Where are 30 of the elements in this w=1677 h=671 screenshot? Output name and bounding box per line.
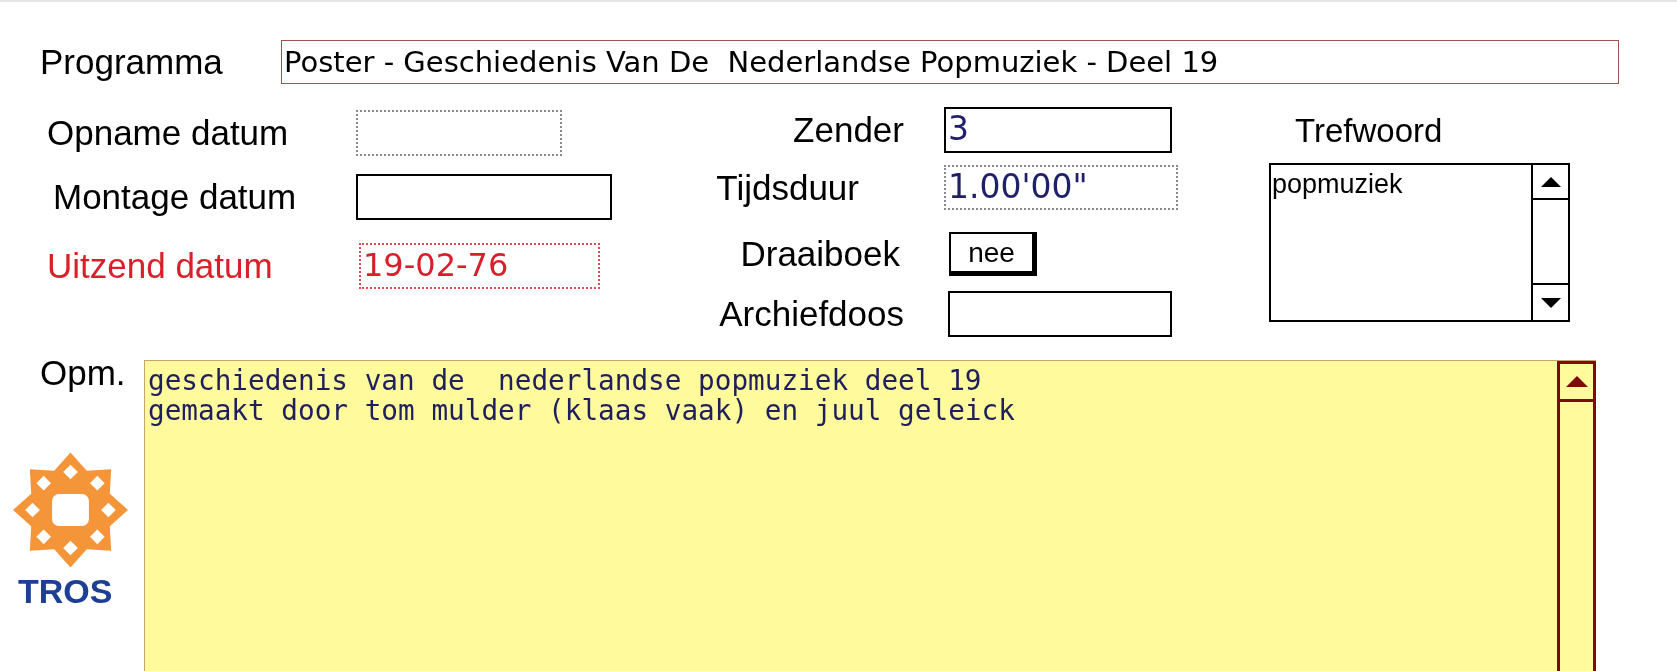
down-arrow-icon [1540, 297, 1561, 308]
remark-line: gemaakt door tom mulder (klaas vaak) en juul geleick [148, 396, 1015, 426]
date-field[interactable] [356, 174, 612, 220]
star-logo-icon [13, 451, 128, 569]
toggle-button[interactable]: nee [949, 232, 1037, 276]
field-label: Archiefdoos [719, 294, 904, 333]
up-arrow-icon [1540, 176, 1561, 187]
remark-line: geschiedenis van de nederlandse popmuziek deel 19 [148, 366, 982, 396]
keyword-list[interactable]: popmuziek [1269, 163, 1570, 322]
logo-text: TROS [18, 572, 113, 610]
field-label: Opname datum [47, 113, 289, 152]
remarks-field[interactable]: geschiedenis van de nederlandse popmuziek deel 19 gemaakt door tom mulder (klaas vaak) en juul geleick [144, 360, 1596, 671]
list-item[interactable]: popmuziek [1272, 169, 1531, 199]
scrollbar[interactable] [1531, 165, 1568, 320]
date-field[interactable] [356, 110, 562, 156]
program-field[interactable]: Poster - Geschiedenis Van De Nederlandse Popmuziek - Deel 19 [281, 40, 1619, 84]
scrollbar[interactable] [1557, 361, 1596, 671]
field-label: Uitzend datum [47, 246, 273, 285]
text-field[interactable] [948, 291, 1172, 337]
field-label: Tijdsduur [716, 167, 859, 207]
field-label: Montage datum [53, 177, 297, 216]
field-label: Zender [793, 110, 904, 149]
text-field[interactable]: 1.00'00" [944, 165, 1178, 210]
date-field[interactable]: 19-02-76 [359, 243, 600, 289]
field-label: Programma [40, 42, 223, 81]
field-label: Draaiboek [740, 234, 900, 273]
up-arrow-icon [1565, 376, 1588, 387]
field-label: Trefwoord [1295, 112, 1443, 149]
text-field[interactable]: 3 [944, 107, 1172, 153]
field-label: Opm. [40, 353, 126, 392]
